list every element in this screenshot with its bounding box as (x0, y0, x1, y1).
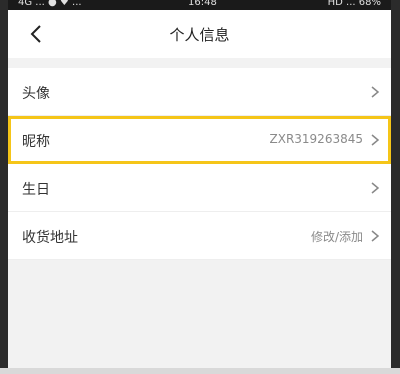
status-time: 16:48 (188, 0, 217, 8)
row-avatar[interactable]: 头像 (8, 68, 391, 116)
page-title: 个人信息 (169, 26, 230, 44)
nav-bar: 个人信息 (8, 10, 391, 58)
row-nickname[interactable]: 昵称 ZXR319263845 (8, 116, 391, 164)
nickname-value: ZXR319263845 (269, 132, 364, 146)
profile-list: 头像 昵称 ZXR319263845 生日 收货地址 修改/添加 (8, 68, 391, 260)
status-left: 4G ... ● ♥ ... (18, 0, 82, 8)
bezel-right (391, 0, 400, 374)
row-label: 收货地址 (22, 230, 78, 246)
row-birthday[interactable]: 生日 (8, 164, 391, 212)
bezel-bottom (0, 368, 400, 374)
status-right: HD ... 68% (327, 0, 381, 8)
chevron-right-icon (371, 230, 380, 242)
chevron-right-icon (371, 182, 380, 194)
address-value: 修改/添加 (310, 230, 363, 244)
status-bar: 4G ... ● ♥ ... 16:48 HD ... 68% (8, 0, 391, 10)
chevron-right-icon (371, 134, 380, 146)
row-label: 昵称 (22, 134, 50, 150)
chevron-right-icon (371, 86, 380, 98)
row-address[interactable]: 收货地址 修改/添加 (8, 212, 391, 260)
row-label: 头像 (22, 86, 50, 102)
bezel-left (0, 0, 8, 374)
row-label: 生日 (22, 182, 50, 198)
